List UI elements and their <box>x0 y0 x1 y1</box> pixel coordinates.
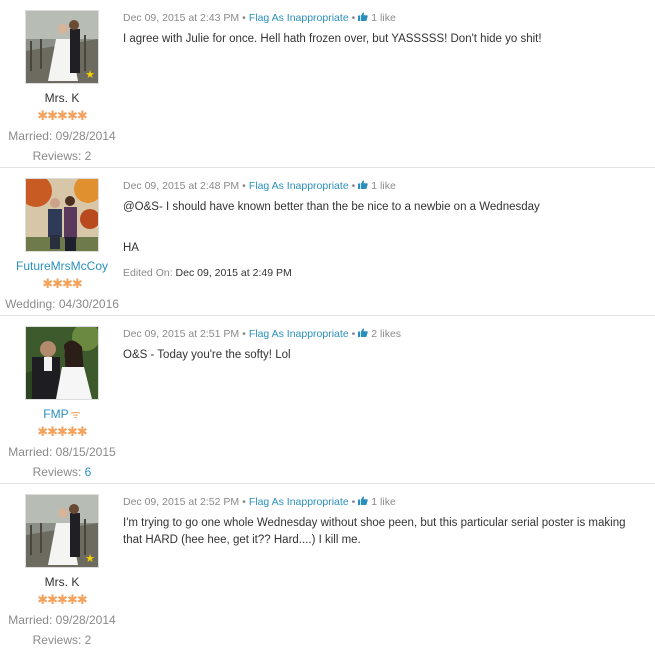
author-info: FMP ᯤ ✱✱✱✱✱ Married: 08/15/2015 Reviews: … <box>0 316 124 479</box>
separator: • <box>351 180 356 192</box>
author-name[interactable]: FMP ᯤ <box>0 407 124 422</box>
author-info: FutureMrsMcCoy ✱✱✱✱ Wedding: 04/30/2016 <box>0 168 124 311</box>
thumbs-up-icon[interactable] <box>358 496 369 509</box>
comment-timestamp: Dec 09, 2015 at 2:51 PM <box>123 328 240 340</box>
edited-timestamp: Dec 09, 2015 at 2:49 PM <box>175 267 292 279</box>
comment-header: Dec 09, 2015 at 2:43 PM • Flag As Inapprop… <box>123 12 647 25</box>
author-name: Mrs. K <box>44 575 80 589</box>
separator: • <box>242 12 246 24</box>
comment-text: @O&S- I should have known better than th… <box>123 201 540 213</box>
thumbs-up-icon[interactable] <box>358 12 369 25</box>
comment-post: ★ Mrs. K ✱✱✱✱✱ Married: 09/28/2014 Revie… <box>0 0 655 168</box>
married-date: Married: 09/28/2014 <box>8 129 116 143</box>
rating-stars: ✱✱✱✱✱ <box>37 424 87 439</box>
comment-header: Dec 09, 2015 at 2:52 PM • Flag As Inapprop… <box>123 496 647 509</box>
comment-text: O&S - Today you're the softy! Lol <box>123 349 291 361</box>
author-info: ★ Mrs. K ✱✱✱✱✱ Married: 09/28/2014 Revie… <box>0 484 124 647</box>
flag-link[interactable]: Flag As Inappropriate <box>249 180 349 192</box>
comment-header: Dec 09, 2015 at 2:51 PM • Flag As Inapprop… <box>123 328 647 341</box>
separator: • <box>351 328 356 340</box>
thumbs-up-icon[interactable] <box>358 180 369 193</box>
reviews-count: Reviews: 2 <box>0 633 124 647</box>
avatar[interactable] <box>25 178 99 252</box>
like-count: 1 like <box>371 496 396 508</box>
comment-timestamp: Dec 09, 2015 at 2:43 PM <box>123 12 240 24</box>
reviews-label: Reviews: <box>32 633 82 647</box>
wedding-date: Wedding: 04/30/2016 <box>5 297 119 311</box>
comment-post: ★ Mrs. K ✱✱✱✱✱ Married: 09/28/2014 Revie… <box>0 484 655 650</box>
reviews-label: Reviews: <box>32 149 82 163</box>
rating-stars: ✱✱✱✱✱ <box>37 592 87 607</box>
comment-post: FMP ᯤ ✱✱✱✱✱ Married: 08/15/2015 Reviews: … <box>0 316 655 484</box>
reviews-count: Reviews: 2 <box>0 149 124 163</box>
avatar[interactable]: ★ <box>25 10 99 84</box>
like-count: 2 likes <box>371 328 402 340</box>
avatar[interactable] <box>25 326 99 400</box>
reviews-number: 2 <box>84 149 92 163</box>
separator: • <box>242 180 246 192</box>
star-badge-icon: ★ <box>85 69 95 81</box>
thumbs-up-icon[interactable] <box>358 328 369 341</box>
comment-body: Dec 09, 2015 at 2:48 PM • Flag As Inapprop… <box>123 180 647 279</box>
reviews-label: Reviews: <box>32 465 82 479</box>
author-name[interactable]: FutureMrsMcCoy <box>0 259 124 274</box>
like-count: 1 like <box>371 12 396 24</box>
like-count: 1 like <box>371 180 396 192</box>
comment-body: Dec 09, 2015 at 2:51 PM • Flag As Inapprop… <box>123 328 647 364</box>
edited-label: Edited On: <box>123 267 173 279</box>
comment-body: Dec 09, 2015 at 2:52 PM • Flag As Inapprop… <box>123 496 647 549</box>
comment-header: Dec 09, 2015 at 2:48 PM • Flag As Inapprop… <box>123 180 647 193</box>
rating-stars: ✱✱✱✱✱ <box>37 108 87 123</box>
reviews-count: Reviews: 6 <box>0 465 124 479</box>
reviews-number[interactable]: 6 <box>85 465 92 479</box>
author-name-text[interactable]: FMP <box>43 407 68 421</box>
rating-stars: ✱✱✱✱ <box>42 276 83 291</box>
married-date: Married: 09/28/2014 <box>8 613 116 627</box>
comment-timestamp: Dec 09, 2015 at 2:52 PM <box>123 496 240 508</box>
avatar[interactable]: ★ <box>25 494 99 568</box>
married-date: Married: 08/15/2015 <box>8 445 116 459</box>
reviews-number: 2 <box>84 633 92 647</box>
star-badge-icon: ★ <box>85 553 95 565</box>
flag-link[interactable]: Flag As Inappropriate <box>249 328 349 340</box>
edited-info: Edited On: Dec 09, 2015 at 2:49 PM <box>123 267 647 279</box>
comment-post: FutureMrsMcCoy ✱✱✱✱ Wedding: 04/30/2016 … <box>0 168 655 316</box>
comment-text: I'm trying to go one whole Wednesday wit… <box>123 517 626 546</box>
comment-timestamp: Dec 09, 2015 at 2:48 PM <box>123 180 240 192</box>
flag-link[interactable]: Flag As Inappropriate <box>249 12 349 24</box>
flag-link[interactable]: Flag As Inappropriate <box>249 496 349 508</box>
comment-text: I agree with Julie for once. Hell hath f… <box>123 33 542 45</box>
separator: • <box>351 496 356 508</box>
separator: • <box>242 496 246 508</box>
author-info: ★ Mrs. K ✱✱✱✱✱ Married: 09/28/2014 Revie… <box>0 0 124 163</box>
signal-icon: ᯤ <box>70 409 81 421</box>
comment-body: Dec 09, 2015 at 2:43 PM • Flag As Inapprop… <box>123 12 647 48</box>
comment-text-line-2: HA <box>123 242 139 254</box>
author-name: Mrs. K <box>44 91 80 105</box>
separator: • <box>242 328 246 340</box>
separator: • <box>351 12 356 24</box>
